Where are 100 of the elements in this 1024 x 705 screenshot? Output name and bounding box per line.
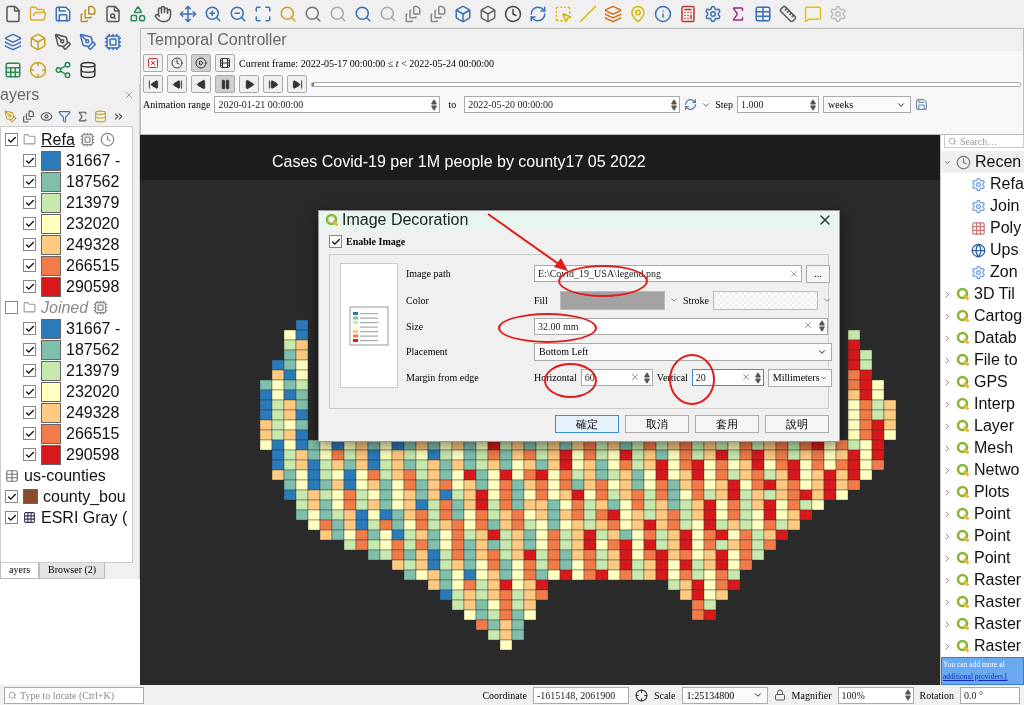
spinner-arrows-icon[interactable] (819, 320, 825, 332)
layer-name[interactable]: county_bou (43, 487, 126, 506)
dialog-button[interactable]: 取消 (625, 415, 689, 433)
clock-icon[interactable] (504, 5, 522, 23)
checkbox[interactable] (23, 385, 36, 398)
full-extent-icon[interactable] (254, 5, 272, 23)
checkbox[interactable] (23, 427, 36, 440)
tree-item[interactable]: File to (974, 351, 1018, 369)
legend-label[interactable]: 232020 (66, 382, 120, 401)
layers-icon[interactable] (4, 33, 22, 51)
table-icon[interactable] (754, 5, 772, 23)
date-field[interactable]: 2022-05-20 00:00:00 (464, 96, 681, 113)
spinner-arrows-icon[interactable] (643, 371, 650, 384)
play-backward-button[interactable] (191, 75, 211, 93)
tree-item[interactable]: Join (990, 197, 1020, 215)
eye-icon[interactable] (40, 109, 53, 123)
coordinate-field[interactable]: -1615148, 2061900 (532, 686, 629, 704)
checkbox[interactable] (23, 175, 36, 188)
new-file-icon[interactable] (4, 5, 22, 23)
tree-item[interactable]: Layer (974, 417, 1015, 435)
vertical-field[interactable]: 20 (691, 369, 764, 386)
tree-item[interactable]: GPS (974, 373, 1008, 391)
enable-image-label[interactable]: Enable Image (346, 236, 406, 247)
date-field[interactable]: 2020-01-21 00:00:00 (214, 96, 441, 113)
clock-button[interactable] (167, 54, 187, 72)
size-field[interactable]: 32.00 mm (534, 317, 828, 335)
tree-item[interactable]: Cartog (974, 307, 1023, 325)
checkbox[interactable] (23, 196, 36, 209)
checkbox[interactable] (23, 322, 36, 335)
units-dropdown[interactable]: Millimeters (767, 368, 832, 387)
shapes-icon[interactable] (129, 5, 147, 23)
checkbox[interactable] (23, 238, 36, 251)
browse-button[interactable]: ... (806, 264, 830, 283)
spinner-arrows-icon[interactable] (904, 689, 911, 701)
legend-label[interactable]: 266515 (66, 256, 120, 275)
tree-item[interactable]: Raster (974, 571, 1022, 589)
legend-label[interactable]: 187562 (66, 172, 120, 191)
checkbox[interactable] (5, 490, 18, 503)
tree-item[interactable]: Point (974, 505, 1011, 523)
dialog-button[interactable]: 說明 (765, 415, 829, 433)
checkbox[interactable] (23, 154, 36, 167)
save-icon[interactable] (54, 5, 72, 23)
legend-label[interactable]: 232020 (66, 214, 120, 233)
dialog-button[interactable]: 套用 (695, 415, 759, 433)
tree-item[interactable]: Zon (990, 263, 1018, 281)
checkbox[interactable] (23, 217, 36, 230)
group-name[interactable]: Joined (41, 298, 89, 317)
tree-item[interactable]: Ups (990, 241, 1019, 259)
stroke-color-button[interactable] (713, 290, 818, 310)
files-icon[interactable] (79, 5, 97, 23)
tree-item[interactable]: Point (974, 527, 1011, 545)
tree-item[interactable]: Raster (974, 637, 1022, 655)
hand-icon[interactable] (154, 5, 172, 23)
checkbox[interactable] (23, 280, 36, 293)
layer-name[interactable]: us-counties (24, 466, 106, 485)
pen-icon[interactable] (79, 33, 97, 51)
time-slider[interactable] (311, 81, 1021, 87)
database-icon[interactable] (79, 61, 97, 79)
legend-label[interactable]: 31667 - (66, 319, 121, 338)
tree-item[interactable]: 3D Til (974, 285, 1015, 303)
checkbox[interactable] (23, 259, 36, 272)
tree-item[interactable]: Raster (974, 593, 1022, 611)
save-icon[interactable] (915, 98, 929, 111)
tree-item[interactable]: Point (974, 549, 1011, 567)
legend-label[interactable]: 187562 (66, 340, 120, 359)
pen-icon[interactable] (54, 33, 72, 51)
legend-label[interactable]: 266515 (66, 424, 120, 443)
search-icon[interactable] (304, 5, 322, 23)
scale-dropdown[interactable]: 1:25134800 (681, 686, 768, 704)
zoom-out-icon[interactable] (229, 5, 247, 23)
spinner-arrows-icon[interactable] (431, 98, 438, 111)
legend-label[interactable]: 290598 (66, 445, 120, 464)
panel-tab[interactable]: ayers (0, 563, 40, 579)
spinner-arrows-icon[interactable] (671, 98, 678, 111)
tree-item[interactable]: Poly (990, 219, 1022, 237)
legend-label[interactable]: 213979 (66, 193, 120, 212)
placement-dropdown[interactable]: Bottom Left (534, 342, 832, 361)
panel-tab[interactable]: Browser (2) (39, 563, 106, 579)
checkbox[interactable] (5, 133, 18, 146)
refresh-icon[interactable] (529, 5, 547, 23)
spinner-arrows-icon[interactable] (754, 371, 761, 384)
legend-label[interactable]: 249328 (66, 235, 120, 254)
spinner-arrows-icon[interactable] (810, 98, 817, 111)
magnifier-field[interactable]: 100% (837, 686, 914, 704)
files-icon[interactable] (429, 5, 447, 23)
pause-button[interactable] (215, 75, 235, 93)
checkbox[interactable] (23, 448, 36, 461)
file-search-icon[interactable] (104, 5, 122, 23)
legend-label[interactable]: 213979 (66, 361, 120, 380)
horizontal-field[interactable]: 60 (580, 369, 653, 386)
fast-forward-button[interactable] (287, 75, 307, 93)
checkbox[interactable] (23, 406, 36, 419)
unit-dropdown[interactable]: weeks (823, 96, 912, 113)
filter-icon[interactable] (58, 109, 71, 123)
tree-item[interactable]: Raster (974, 615, 1022, 633)
legend-label[interactable]: 249328 (66, 403, 120, 422)
share-icon[interactable] (54, 61, 72, 79)
layer-name[interactable]: ESRI Gray ( (41, 508, 128, 527)
tree-item[interactable]: Interp (974, 395, 1015, 413)
step-field[interactable]: 1.000 (737, 96, 820, 113)
